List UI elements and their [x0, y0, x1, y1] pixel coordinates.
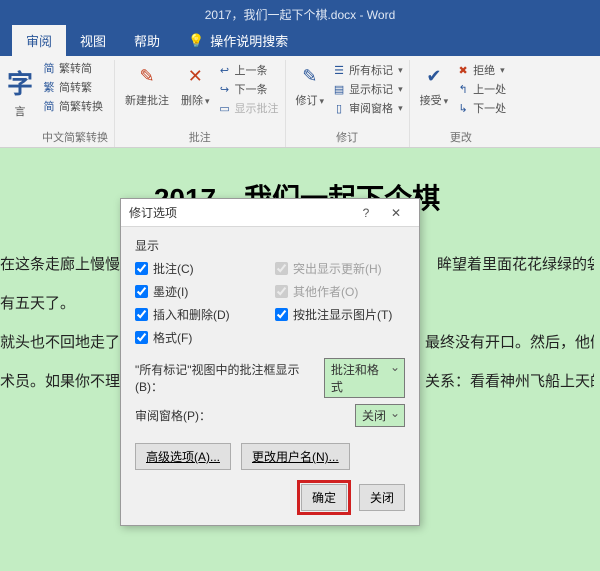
section-show: 显示: [135, 237, 405, 254]
btn-reject[interactable]: ✖拒绝▾: [456, 62, 506, 78]
dialog-title: 修订选项: [129, 204, 177, 221]
btn-delete-comment[interactable]: ✕删除▾: [177, 60, 214, 110]
dialog-close-button[interactable]: ✕: [381, 199, 411, 227]
chevron-down-icon: ▾: [398, 65, 403, 76]
group-simplified: 简繁转简 繁简转繁 简简繁转换 中文简繁转换: [36, 60, 115, 147]
chk-pictures-by-comment[interactable]: 按批注显示图片(T): [275, 306, 405, 323]
tab-review[interactable]: 审阅: [12, 25, 66, 56]
row-balloons: "所有标记"视图中的批注框显示(B)： 批注和格式: [135, 358, 405, 398]
btn-next-comment[interactable]: ↪下一条: [218, 81, 279, 97]
delete-comment-icon: ✕: [181, 62, 209, 90]
dd-display-for-review[interactable]: ☰所有标记▾: [332, 62, 403, 78]
lbl-reviewing-pane: 审阅窗格(P)：: [135, 407, 211, 424]
reject-icon: ✖: [456, 63, 470, 77]
btn-track-changes[interactable]: ✎修订▾: [292, 60, 329, 110]
group-label-comments: 批注: [121, 127, 279, 147]
btn-accept[interactable]: ✔接受▾: [416, 60, 453, 110]
btn-trad-to-simp[interactable]: 简繁转简: [42, 60, 103, 76]
dd-show-markup[interactable]: ▤显示标记▾: [332, 81, 403, 97]
help-icon: ?: [363, 206, 370, 220]
btn-simp-to-trad[interactable]: 繁简转繁: [42, 79, 103, 95]
select-reviewing-pane[interactable]: 关闭: [355, 404, 405, 427]
group-label-tracking: 修订: [292, 127, 403, 147]
chk-comments[interactable]: 批注(C): [135, 260, 265, 277]
chevron-down-icon: ▾: [444, 96, 449, 106]
tellme-label: 操作说明搜索: [210, 31, 288, 50]
char-preview: 字 言: [4, 60, 36, 147]
next-change-icon: ↳: [456, 101, 470, 115]
convert-icon: 简: [42, 99, 56, 113]
new-comment-icon: ✎: [133, 62, 161, 90]
btn-change-username[interactable]: 更改用户名(N)...: [241, 443, 350, 470]
chk-highlight-updates: 突出显示更新(H): [275, 260, 405, 277]
group-tracking: ✎修订▾ ☰所有标记▾ ▤显示标记▾ ▯审阅窗格▾ 修订: [286, 60, 410, 147]
group-comments: ✎新建批注 ✕删除▾ ↩上一条 ↪下一条 ▭显示批注 批注: [115, 60, 286, 147]
chevron-down-icon: ▾: [398, 103, 403, 114]
track-icon: ✎: [296, 62, 324, 90]
tab-tellme[interactable]: 💡 操作说明搜索: [174, 25, 302, 56]
btn-show-comments[interactable]: ▭显示批注: [218, 100, 279, 116]
dialog-help-button[interactable]: ?: [351, 199, 381, 227]
dd-reviewing-pane[interactable]: ▯审阅窗格▾: [332, 100, 403, 116]
chk-insert-delete[interactable]: 插入和删除(D): [135, 306, 265, 323]
chk-formatting[interactable]: 格式(F): [135, 329, 265, 346]
prev-icon: ↩: [218, 63, 232, 77]
select-balloons[interactable]: 批注和格式: [324, 358, 405, 398]
btn-cancel[interactable]: 关闭: [359, 484, 405, 511]
show-comments-icon: ▭: [218, 101, 232, 115]
close-icon: ✕: [391, 206, 401, 220]
char-big: 字: [7, 64, 33, 101]
prev-change-icon: ↰: [456, 82, 470, 96]
btn-new-comment[interactable]: ✎新建批注: [121, 60, 173, 110]
chevron-down-icon: ▾: [398, 84, 403, 95]
group-label-simplified: 中文简繁转换: [42, 127, 108, 147]
dialog-track-options: 修订选项 ? ✕ 显示 批注(C) 突出显示更新(H) 墨迹(I) 其他作者(O…: [120, 198, 420, 526]
btn-prev-change[interactable]: ↰上一处: [456, 81, 506, 97]
next-icon: ↪: [218, 82, 232, 96]
chk-ink[interactable]: 墨迹(I): [135, 283, 265, 300]
chevron-down-icon: ▾: [320, 96, 325, 106]
pane-icon: ▯: [332, 101, 346, 115]
dialog-body: 显示 批注(C) 突出显示更新(H) 墨迹(I) 其他作者(O) 插入和删除(D…: [121, 227, 419, 525]
chevron-down-icon: ▾: [205, 96, 210, 106]
window-title-bar: 2017，我们一起下个棋.docx - Word: [0, 0, 600, 28]
convert-icon: 简: [42, 61, 56, 75]
ribbon-tabs: 审阅 视图 帮助 💡 操作说明搜索: [0, 28, 600, 56]
btn-advanced-options[interactable]: 高级选项(A)...: [135, 443, 231, 470]
markup-icon: ☰: [332, 63, 346, 77]
dialog-titlebar: 修订选项 ? ✕: [121, 199, 419, 227]
btn-prev-comment[interactable]: ↩上一条: [218, 62, 279, 78]
group-changes: ✔接受▾ ✖拒绝▾ ↰上一处 ↳下一处 更改: [410, 60, 513, 147]
row-reviewing-pane: 审阅窗格(P)： 关闭: [135, 404, 405, 427]
accept-icon: ✔: [420, 62, 448, 90]
window-title: 2017，我们一起下个棋.docx - Word: [205, 6, 396, 23]
lightbulb-icon: 💡: [188, 33, 204, 49]
btn-ok[interactable]: 确定: [301, 484, 347, 511]
chevron-down-icon: ▾: [500, 65, 505, 76]
ribbon: 字 言 简繁转简 繁简转繁 简简繁转换 中文简繁转换 ✎新建批注 ✕删除▾ ↩上…: [0, 56, 600, 148]
tab-view[interactable]: 视图: [66, 25, 120, 56]
btn-simp-trad-convert[interactable]: 简简繁转换: [42, 98, 103, 114]
tab-help[interactable]: 帮助: [120, 25, 174, 56]
convert-icon: 繁: [42, 80, 56, 94]
lbl-balloons: "所有标记"视图中的批注框显示(B)：: [135, 361, 312, 395]
chk-other-authors: 其他作者(O): [275, 283, 405, 300]
char-small: 言: [15, 103, 26, 119]
show-markup-icon: ▤: [332, 82, 346, 96]
group-label-changes: 更改: [416, 127, 507, 147]
btn-next-change[interactable]: ↳下一处: [456, 100, 506, 116]
